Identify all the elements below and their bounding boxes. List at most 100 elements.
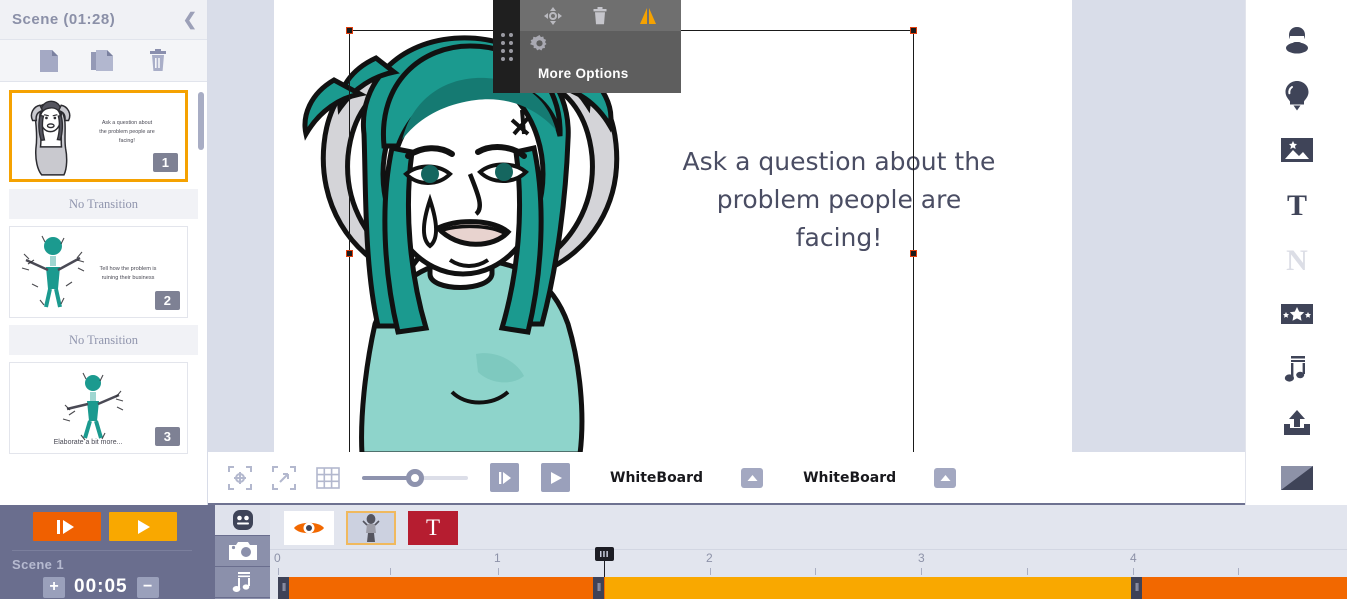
clip-handle-grip: ‖	[1134, 581, 1139, 594]
svg-text:N: N	[1286, 245, 1308, 275]
gear-icon[interactable]	[530, 35, 681, 54]
transition-label: No Transition	[68, 332, 139, 347]
svg-text:the problem people are: the problem people are	[99, 129, 154, 135]
ruler-label-1: 1	[494, 551, 501, 565]
background-style-label: WhiteBoard	[610, 469, 704, 486]
canvas-area[interactable]: Ask a question about the problem people …	[208, 0, 1245, 505]
timeline-clip-track[interactable]: ‖ ‖ ‖	[270, 577, 1347, 599]
play-scene-button[interactable]	[109, 512, 177, 541]
clip-segment-1[interactable]	[280, 577, 605, 599]
background-style-chevron-up-icon[interactable]	[741, 467, 764, 488]
transition-row-1[interactable]: No Transition	[9, 189, 198, 219]
ruler-tick	[710, 568, 711, 575]
text-element-chip[interactable]: T	[408, 511, 458, 545]
canvas-backdrop-left	[208, 0, 274, 452]
scene-badge: 3	[154, 427, 180, 446]
upload-icon[interactable]	[1271, 396, 1323, 451]
move-icon[interactable]	[543, 6, 562, 25]
object-toolbar-secondary-row	[520, 31, 681, 93]
step-play-button[interactable]	[490, 463, 519, 492]
svg-text:ruining their business: ruining their business	[102, 275, 155, 281]
ruler-tick	[1133, 568, 1134, 575]
new-page-icon[interactable]	[36, 48, 62, 74]
svg-text:Elaborate a bit more...: Elaborate a bit more...	[54, 439, 123, 446]
drag-grip-icon[interactable]	[493, 0, 520, 93]
sidebar-scrollbar[interactable]	[198, 92, 204, 150]
canvas-text-object[interactable]: Ask a question about the problem people …	[674, 143, 1004, 257]
transition-label: No Transition	[68, 196, 139, 211]
svg-text:facing!: facing!	[119, 138, 135, 144]
clip-handle-grip: ‖	[281, 581, 286, 594]
clip-handle-grip: ‖	[596, 581, 601, 594]
chevron-left-icon[interactable]: ❮	[183, 11, 197, 28]
zoom-slider[interactable]	[362, 468, 468, 488]
ruler-label-2: 2	[706, 551, 713, 565]
ruler-tick	[921, 568, 922, 575]
center-object-icon[interactable]	[228, 465, 252, 490]
character-element-chip[interactable]	[346, 511, 396, 545]
playhead[interactable]	[595, 547, 614, 577]
svg-text:Tell how the problem is: Tell how the problem is	[100, 266, 157, 272]
character-track-icon[interactable]	[215, 505, 270, 536]
scene-sidebar: Scene (01:28) ❮ Ask a question about the…	[0, 0, 208, 505]
scene-thumbnail-2[interactable]: Tell how the problem is ruining their bu…	[9, 226, 188, 318]
object-toolbar[interactable]: More Options	[493, 0, 681, 93]
canvas-controls-bar: WhiteBoard WhiteBoard	[208, 452, 1245, 505]
timeline-ruler[interactable]: 0 1 2 3 4	[270, 549, 1347, 577]
object-toolbar-primary-row	[520, 0, 681, 31]
clip-handle-mid-2[interactable]: ‖	[1131, 577, 1142, 599]
text-icon[interactable]: T	[1271, 178, 1323, 233]
ruler-label-3: 3	[918, 551, 925, 565]
page-tools-bar	[0, 40, 207, 82]
increase-duration-button[interactable]: +	[43, 576, 65, 598]
timeline-transport: Scene 1 + 00:05 −	[0, 505, 215, 599]
svg-text:T: T	[1286, 190, 1306, 220]
playhead-handle[interactable]	[595, 547, 614, 561]
music-icon[interactable]	[1271, 341, 1323, 396]
scene-badge: 2	[154, 291, 180, 310]
letter-n-icon[interactable]: N	[1271, 232, 1323, 287]
clip-segment-3[interactable]	[1138, 577, 1347, 599]
delete-page-icon[interactable]	[145, 48, 171, 74]
hand-style-chevron-up-icon[interactable]	[934, 467, 957, 488]
play-all-button[interactable]	[33, 512, 101, 541]
more-options-label[interactable]: More Options	[538, 66, 629, 81]
transition-row-2[interactable]: No Transition	[9, 325, 198, 355]
grid-icon[interactable]	[316, 466, 340, 489]
clip-handle-mid-1[interactable]: ‖	[593, 577, 604, 599]
track-type-rail	[215, 505, 270, 599]
camera-track-icon[interactable]	[215, 536, 270, 567]
visibility-toggle-icon[interactable]	[284, 511, 334, 545]
timeline-main[interactable]: T 0 1 2 3 4 ‖ ‖ ‖	[270, 505, 1347, 599]
scene-list[interactable]: Ask a question about the problem people …	[0, 83, 207, 505]
ruler-label-0: 0	[274, 551, 281, 565]
flip-icon[interactable]	[638, 7, 658, 25]
ruler-tick	[1238, 568, 1239, 575]
background-icon[interactable]	[1271, 451, 1323, 506]
ruler-label-4: 4	[1130, 551, 1137, 565]
scene-duration-value: 00:05	[74, 576, 128, 597]
hand-style-label: WhiteBoard	[803, 469, 897, 486]
resize-handle-top-right[interactable]	[910, 27, 917, 34]
timeline-element-row: T	[270, 507, 1347, 549]
clip-handle-start[interactable]: ‖	[278, 577, 289, 599]
image-icon[interactable]	[1271, 123, 1323, 178]
effects-icon[interactable]	[1271, 287, 1323, 342]
scene-thumbnail-3[interactable]: Elaborate a bit more... 3	[9, 362, 188, 454]
scene-thumbnail-1[interactable]: Ask a question about the problem people …	[9, 90, 188, 182]
character-icon[interactable]	[1271, 14, 1323, 69]
scene-badge: 1	[152, 153, 178, 172]
trash-icon[interactable]	[593, 6, 607, 25]
play-button[interactable]	[541, 463, 570, 492]
decrease-duration-button[interactable]: −	[136, 576, 159, 598]
clip-segment-2[interactable]	[605, 577, 1138, 599]
duplicate-page-icon[interactable]	[90, 48, 116, 74]
ruler-tick	[815, 568, 816, 575]
lightbulb-icon[interactable]	[1271, 69, 1323, 124]
fit-to-screen-icon[interactable]	[272, 465, 296, 490]
music-track-icon[interactable]	[215, 567, 270, 598]
ruler-tick	[1027, 568, 1028, 575]
ruler-tick	[498, 568, 499, 575]
timeline-panel: Scene 1 + 00:05 − T 0 1 2 3 4 ‖ ‖ ‖	[0, 505, 1347, 599]
zoom-slider-knob[interactable]	[406, 468, 424, 487]
